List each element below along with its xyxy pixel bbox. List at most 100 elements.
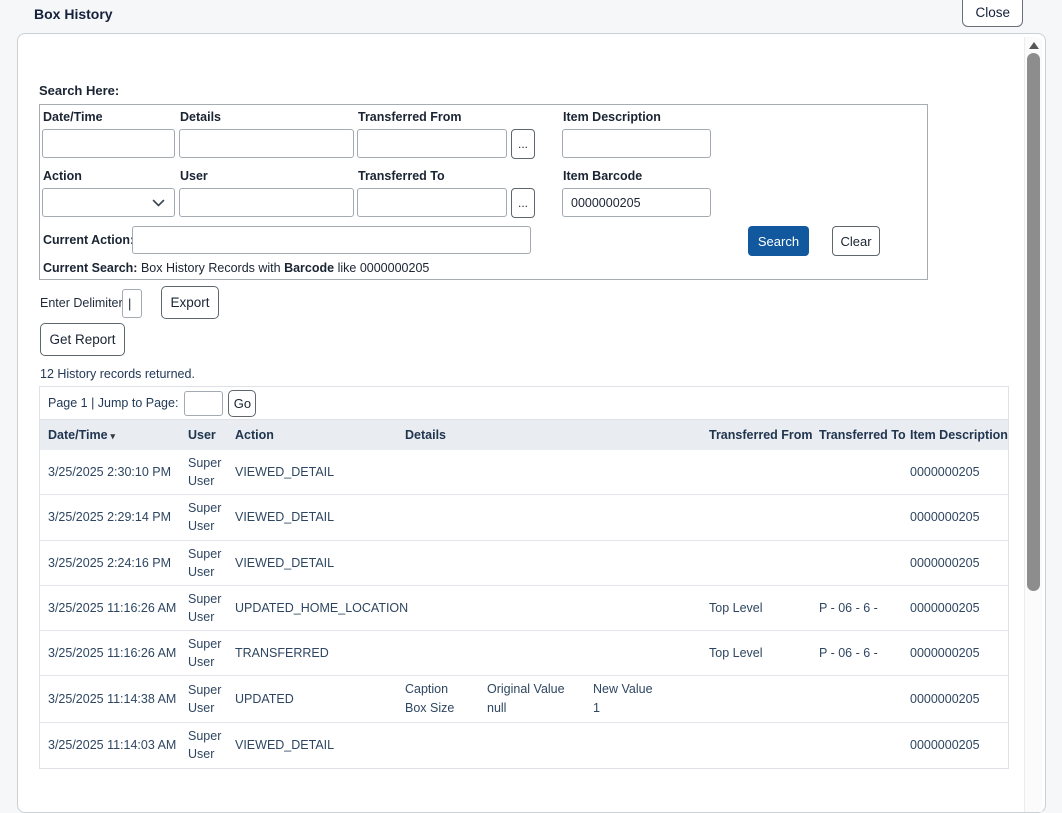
cell-details bbox=[405, 649, 709, 657]
user-label: User bbox=[180, 169, 208, 183]
table-row: 3/25/2025 2:30:10 PM Super User VIEWED_D… bbox=[40, 450, 1008, 495]
cell-datetime: 3/25/2025 2:29:14 PM bbox=[48, 504, 188, 530]
cell-action: VIEWED_DETAIL bbox=[235, 459, 405, 485]
cell-transferred-to: P - 06 - 6 - bbox=[819, 595, 910, 621]
detail-original-value: null bbox=[487, 699, 593, 717]
cell-item-description: 0000000205 bbox=[910, 732, 1008, 758]
current-search-label: Current Search: bbox=[43, 261, 137, 275]
cell-details bbox=[405, 468, 709, 476]
item-description-input[interactable] bbox=[562, 129, 711, 158]
jump-to-page-input[interactable] bbox=[184, 391, 223, 416]
table-row: 3/25/2025 11:14:38 AM Super User UPDATED… bbox=[40, 676, 1008, 722]
current-search-text-before: Box History Records with bbox=[141, 261, 281, 275]
cell-transferred-from bbox=[709, 695, 819, 703]
cell-transferred-from bbox=[709, 513, 819, 521]
details-label: Details bbox=[180, 110, 221, 124]
cell-transferred-to bbox=[819, 468, 910, 476]
cell-item-description: 0000000205 bbox=[910, 686, 1008, 712]
transferred-from-browse-button[interactable]: ... bbox=[511, 129, 535, 159]
cell-transferred-from bbox=[709, 468, 819, 476]
item-barcode-input[interactable] bbox=[562, 188, 711, 217]
table-header: Date/Time▾ User Action Details Transferr… bbox=[40, 420, 1008, 450]
current-search-text-after: like 0000000205 bbox=[338, 261, 430, 275]
delimiter-input[interactable] bbox=[122, 289, 142, 318]
cell-transferred-from: Top Level bbox=[709, 640, 819, 666]
column-header-transferred-from[interactable]: Transferred From bbox=[709, 428, 819, 442]
cell-item-description: 0000000205 bbox=[910, 550, 1008, 576]
clear-button[interactable]: Clear bbox=[832, 226, 880, 256]
detail-caption-value: Box Size bbox=[405, 699, 487, 717]
transferred-to-label: Transferred To bbox=[358, 169, 445, 183]
go-button[interactable]: Go bbox=[228, 390, 256, 417]
scrollbar-thumb[interactable] bbox=[1027, 53, 1040, 591]
cell-user: Super User bbox=[188, 586, 235, 630]
cell-user: Super User bbox=[188, 723, 235, 767]
cell-details bbox=[405, 513, 709, 521]
cell-transferred-from bbox=[709, 559, 819, 567]
cell-action: TRANSFERRED bbox=[235, 640, 405, 666]
vertical-scrollbar[interactable] bbox=[1024, 37, 1042, 812]
transferred-from-label: Transferred From bbox=[358, 110, 462, 124]
cell-action: VIEWED_DETAIL bbox=[235, 732, 405, 758]
cell-transferred-to bbox=[819, 741, 910, 749]
cell-datetime: 3/25/2025 11:14:38 AM bbox=[48, 686, 188, 712]
item-description-label: Item Description bbox=[563, 110, 661, 124]
column-header-datetime[interactable]: Date/Time▾ bbox=[48, 428, 188, 442]
table-row: 3/25/2025 2:24:16 PM Super User VIEWED_D… bbox=[40, 541, 1008, 586]
column-header-action[interactable]: Action bbox=[235, 428, 405, 442]
cell-item-description: 0000000205 bbox=[910, 640, 1008, 666]
cell-details bbox=[405, 741, 709, 749]
cell-datetime: 3/25/2025 2:24:16 PM bbox=[48, 550, 188, 576]
user-input[interactable] bbox=[179, 188, 354, 217]
history-table: Page 1 | Jump to Page: Go Date/Time▾ Use… bbox=[39, 386, 1009, 769]
search-button[interactable]: Search bbox=[748, 226, 809, 256]
table-row: 3/25/2025 2:29:14 PM Super User VIEWED_D… bbox=[40, 495, 1008, 540]
cell-user: Super User bbox=[188, 677, 235, 721]
export-button[interactable]: Export bbox=[161, 286, 219, 319]
item-barcode-label: Item Barcode bbox=[563, 169, 642, 183]
column-header-user[interactable]: User bbox=[188, 428, 235, 442]
cell-action: UPDATED_HOME_LOCATION bbox=[235, 595, 405, 621]
delimiter-label: Enter Delimiter: bbox=[40, 296, 126, 310]
cell-transferred-to: P - 06 - 6 - bbox=[819, 640, 910, 666]
datetime-input[interactable] bbox=[42, 129, 175, 158]
current-search-term: Barcode bbox=[284, 261, 334, 275]
cell-details: Caption Original Value New Value Box Siz… bbox=[405, 676, 709, 721]
table-body: 3/25/2025 2:30:10 PM Super User VIEWED_D… bbox=[40, 450, 1008, 768]
column-header-details[interactable]: Details bbox=[405, 428, 709, 442]
cell-item-description: 0000000205 bbox=[910, 595, 1008, 621]
cell-details bbox=[405, 604, 709, 612]
current-action-input[interactable] bbox=[132, 226, 531, 254]
column-header-transferred-to[interactable]: Transferred To bbox=[819, 428, 910, 442]
datetime-label: Date/Time bbox=[43, 110, 103, 124]
cell-action: VIEWED_DETAIL bbox=[235, 504, 405, 530]
transferred-from-input[interactable] bbox=[357, 129, 507, 158]
chevron-down-icon bbox=[152, 199, 165, 207]
column-header-item-description[interactable]: Item Description bbox=[910, 428, 1008, 442]
cell-action: UPDATED bbox=[235, 686, 405, 712]
cell-transferred-to bbox=[819, 695, 910, 703]
get-report-button[interactable]: Get Report bbox=[40, 323, 125, 356]
scroll-up-arrow-icon[interactable] bbox=[1029, 42, 1039, 49]
details-input[interactable] bbox=[179, 129, 354, 158]
table-row: 3/25/2025 11:16:26 AM Super User TRANSFE… bbox=[40, 631, 1008, 676]
cell-user: Super User bbox=[188, 450, 235, 494]
action-select[interactable] bbox=[42, 188, 175, 217]
cell-transferred-from bbox=[709, 741, 819, 749]
dialog-header: Box History Close bbox=[0, 0, 1062, 30]
record-count-text: 12 History records returned. bbox=[40, 367, 195, 381]
detail-subcol-caption: Caption bbox=[405, 680, 487, 698]
search-section-label: Search Here: bbox=[39, 83, 119, 98]
cell-datetime: 3/25/2025 11:14:03 AM bbox=[48, 732, 188, 758]
pagination-bar: Page 1 | Jump to Page: Go bbox=[40, 387, 1008, 420]
main-panel: Search Here: Date/Time Details Transferr… bbox=[17, 33, 1046, 813]
cell-transferred-to bbox=[819, 513, 910, 521]
cell-user: Super User bbox=[188, 631, 235, 675]
cell-item-description: 0000000205 bbox=[910, 504, 1008, 530]
transferred-to-browse-button[interactable]: ... bbox=[511, 188, 535, 218]
sort-descending-icon: ▾ bbox=[111, 431, 116, 441]
transferred-to-input[interactable] bbox=[357, 188, 507, 217]
close-button[interactable]: Close bbox=[962, 0, 1023, 27]
cell-user: Super User bbox=[188, 495, 235, 539]
current-action-label: Current Action: bbox=[43, 233, 134, 247]
